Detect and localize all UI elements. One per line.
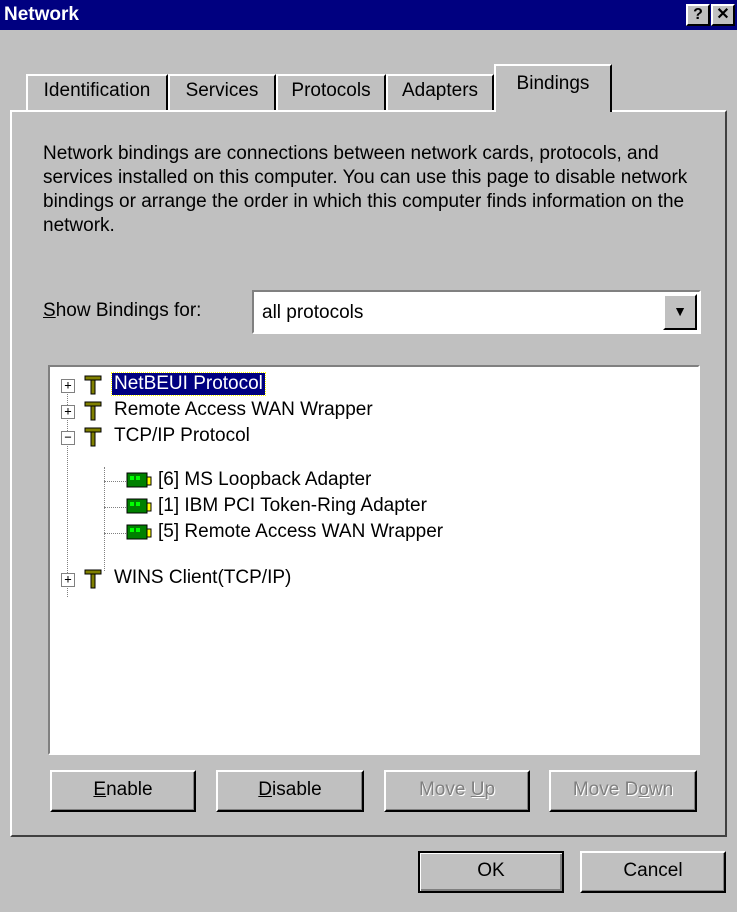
- collapse-icon[interactable]: −: [61, 431, 75, 445]
- tab-protocols[interactable]: Protocols: [276, 74, 386, 110]
- tree-item-label: [5] Remote Access WAN Wrapper: [158, 521, 444, 542]
- protocol-icon: [84, 569, 102, 589]
- tree-item-label: [6] MS Loopback Adapter: [158, 469, 372, 490]
- show-bindings-label: Show Bindings for:: [43, 300, 202, 321]
- disable-button[interactable]: Disable: [216, 770, 364, 812]
- help-icon: ?: [693, 6, 703, 23]
- tab-bindings[interactable]: Bindings: [494, 64, 612, 112]
- tree-item-wins-client[interactable]: + WINS Client(TCP/IP): [50, 566, 690, 592]
- chevron-down-icon: ▼: [673, 303, 687, 319]
- network-card-icon: [126, 498, 152, 514]
- cancel-button[interactable]: Cancel: [580, 851, 726, 893]
- tree-item-label: [1] IBM PCI Token-Ring Adapter: [158, 495, 427, 516]
- network-card-icon: [126, 472, 152, 488]
- protocol-icon: [84, 401, 102, 421]
- protocol-icon: [84, 375, 102, 395]
- move-down-button[interactable]: Move Down: [549, 770, 697, 812]
- show-bindings-value: all protocols: [262, 302, 364, 323]
- protocol-icon: [84, 427, 102, 447]
- help-button[interactable]: ?: [686, 4, 710, 26]
- close-icon: ✕: [716, 6, 730, 23]
- tree-item-label: TCP/IP Protocol: [114, 425, 250, 446]
- show-bindings-dropdown[interactable]: all protocols ▼: [252, 290, 701, 334]
- tree-item-label: NetBEUI Protocol: [111, 372, 266, 396]
- tree-item-tcpip[interactable]: − TCP/IP Protocol: [50, 424, 690, 450]
- tab-services[interactable]: Services: [168, 74, 276, 110]
- tree-item-ibm-token-ring[interactable]: [1] IBM PCI Token-Ring Adapter: [50, 494, 690, 520]
- close-button[interactable]: ✕: [711, 4, 735, 26]
- expand-icon[interactable]: +: [61, 379, 75, 393]
- title-bar: Network ? ✕: [0, 0, 737, 30]
- enable-button[interactable]: Enable: [50, 770, 196, 812]
- expand-icon[interactable]: +: [61, 573, 75, 587]
- tree-item-label: WINS Client(TCP/IP): [114, 567, 292, 588]
- tree-item-ms-loopback[interactable]: [6] MS Loopback Adapter: [50, 468, 690, 494]
- tree-item-label: Remote Access WAN Wrapper: [114, 399, 373, 420]
- network-card-icon: [126, 524, 152, 540]
- tab-identification[interactable]: Identification: [26, 74, 168, 110]
- ok-button[interactable]: OK: [418, 851, 564, 893]
- dropdown-arrow-button[interactable]: ▼: [663, 294, 697, 330]
- tree-item-remote-access-wan[interactable]: [5] Remote Access WAN Wrapper: [50, 520, 690, 546]
- bindings-description: Network bindings are connections between…: [43, 143, 688, 236]
- expand-icon[interactable]: +: [61, 405, 75, 419]
- tree-item-remote-access[interactable]: + Remote Access WAN Wrapper: [50, 398, 690, 424]
- window-title: Network: [4, 4, 79, 25]
- tab-adapters[interactable]: Adapters: [386, 74, 494, 110]
- bindings-tree[interactable]: + NetBEUI Protocol + Remote Access WAN W…: [48, 365, 700, 755]
- tree-item-netbeui[interactable]: + NetBEUI Protocol: [50, 372, 690, 398]
- move-up-button[interactable]: Move Up: [384, 770, 530, 812]
